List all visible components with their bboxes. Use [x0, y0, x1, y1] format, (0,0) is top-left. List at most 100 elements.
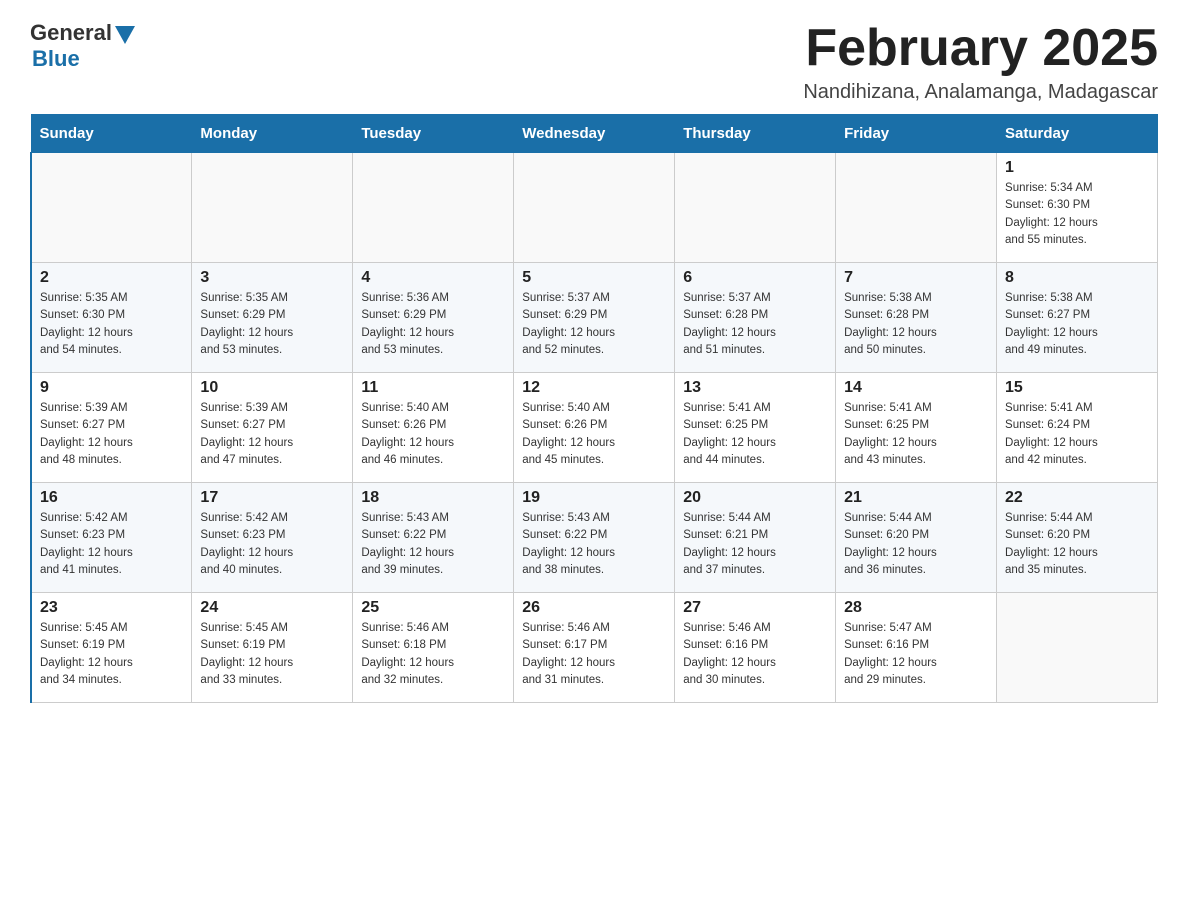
- day-info: Sunrise: 5:41 AMSunset: 6:25 PMDaylight:…: [683, 400, 827, 469]
- day-info: Sunrise: 5:37 AMSunset: 6:28 PMDaylight:…: [683, 290, 827, 359]
- day-info: Sunrise: 5:45 AMSunset: 6:19 PMDaylight:…: [200, 620, 344, 689]
- day-number: 21: [844, 489, 988, 507]
- day-number: 12: [522, 379, 666, 397]
- day-info: Sunrise: 5:46 AMSunset: 6:18 PMDaylight:…: [361, 620, 505, 689]
- week-row-2: 2 Sunrise: 5:35 AMSunset: 6:30 PMDaylight…: [31, 263, 1158, 373]
- calendar-cell: [836, 153, 997, 263]
- day-number: 8: [1005, 269, 1149, 287]
- calendar-cell: 22 Sunrise: 5:44 AMSunset: 6:20 PMDayligh…: [997, 483, 1158, 593]
- day-number: 17: [200, 489, 344, 507]
- calendar-cell: 17Sunrise: 5:42 AMSunset: 6:23 PMDayligh…: [192, 483, 353, 593]
- day-info: Sunrise: 5:47 AMSunset: 6:16 PMDaylight:…: [844, 620, 988, 689]
- calendar-cell: 16 Sunrise: 5:42 AMSunset: 6:23 PMDayligh…: [31, 483, 192, 593]
- location-text: Nandihizana, Analamanga, Madagascar: [803, 81, 1158, 104]
- day-number: 6: [683, 269, 827, 287]
- day-number: 14: [844, 379, 988, 397]
- calendar-cell: 19 Sunrise: 5:43 AMSunset: 6:22 PMDayligh…: [514, 483, 675, 593]
- week-row-1: 1 Sunrise: 5:34 AMSunset: 6:30 PMDaylight…: [31, 153, 1158, 263]
- day-info: Sunrise: 5:44 AMSunset: 6:20 PMDaylight:…: [1005, 510, 1149, 579]
- week-row-3: 9Sunrise: 5:39 AMSunset: 6:27 PMDaylight…: [31, 373, 1158, 483]
- day-info: Sunrise: 5:46 AMSunset: 6:17 PMDaylight:…: [522, 620, 666, 689]
- calendar-cell: 7 Sunrise: 5:38 AMSunset: 6:28 PMDaylight…: [836, 263, 997, 373]
- calendar-cell: 24 Sunrise: 5:45 AMSunset: 6:19 PMDayligh…: [192, 593, 353, 703]
- day-number: 2: [40, 269, 183, 287]
- week-row-5: 23Sunrise: 5:45 AMSunset: 6:19 PMDayligh…: [31, 593, 1158, 703]
- calendar-cell: 14 Sunrise: 5:41 AMSunset: 6:25 PMDayligh…: [836, 373, 997, 483]
- calendar-cell: [31, 153, 192, 263]
- calendar-cell: 23Sunrise: 5:45 AMSunset: 6:19 PMDayligh…: [31, 593, 192, 703]
- day-number: 7: [844, 269, 988, 287]
- weekday-header-tuesday: Tuesday: [353, 115, 514, 153]
- day-info: Sunrise: 5:41 AMSunset: 6:25 PMDaylight:…: [844, 400, 988, 469]
- calendar-cell: 18 Sunrise: 5:43 AMSunset: 6:22 PMDayligh…: [353, 483, 514, 593]
- day-info: Sunrise: 5:34 AMSunset: 6:30 PMDaylight:…: [1005, 180, 1149, 249]
- day-number: 16: [40, 489, 183, 507]
- calendar-cell: [514, 153, 675, 263]
- day-info: Sunrise: 5:39 AMSunset: 6:27 PMDaylight:…: [200, 400, 344, 469]
- day-number: 18: [361, 489, 505, 507]
- logo-general-text: General: [30, 20, 112, 46]
- page-header: General Blue February 2025 Nandihizana, …: [30, 20, 1158, 104]
- day-number: 20: [683, 489, 827, 507]
- day-info: Sunrise: 5:45 AMSunset: 6:19 PMDaylight:…: [40, 620, 183, 689]
- weekday-header-friday: Friday: [836, 115, 997, 153]
- calendar-cell: 27 Sunrise: 5:46 AMSunset: 6:16 PMDayligh…: [675, 593, 836, 703]
- calendar-cell: 20 Sunrise: 5:44 AMSunset: 6:21 PMDayligh…: [675, 483, 836, 593]
- day-number: 4: [361, 269, 505, 287]
- calendar-cell: 1 Sunrise: 5:34 AMSunset: 6:30 PMDaylight…: [997, 153, 1158, 263]
- calendar-cell: 5 Sunrise: 5:37 AMSunset: 6:29 PMDaylight…: [514, 263, 675, 373]
- day-info: Sunrise: 5:39 AMSunset: 6:27 PMDaylight:…: [40, 400, 183, 469]
- weekday-header-saturday: Saturday: [997, 115, 1158, 153]
- weekday-header-thursday: Thursday: [675, 115, 836, 153]
- calendar-cell: [192, 153, 353, 263]
- calendar-cell: [997, 593, 1158, 703]
- day-number: 15: [1005, 379, 1149, 397]
- day-info: Sunrise: 5:46 AMSunset: 6:16 PMDaylight:…: [683, 620, 827, 689]
- weekday-header-sunday: Sunday: [31, 115, 192, 153]
- day-info: Sunrise: 5:40 AMSunset: 6:26 PMDaylight:…: [522, 400, 666, 469]
- calendar-cell: 9Sunrise: 5:39 AMSunset: 6:27 PMDaylight…: [31, 373, 192, 483]
- calendar-cell: 26Sunrise: 5:46 AMSunset: 6:17 PMDayligh…: [514, 593, 675, 703]
- day-info: Sunrise: 5:42 AMSunset: 6:23 PMDaylight:…: [40, 510, 183, 579]
- calendar-cell: 10 Sunrise: 5:39 AMSunset: 6:27 PMDayligh…: [192, 373, 353, 483]
- day-number: 22: [1005, 489, 1149, 507]
- day-info: Sunrise: 5:35 AMSunset: 6:30 PMDaylight:…: [40, 290, 183, 359]
- calendar-cell: 3 Sunrise: 5:35 AMSunset: 6:29 PMDaylight…: [192, 263, 353, 373]
- calendar-cell: 2 Sunrise: 5:35 AMSunset: 6:30 PMDaylight…: [31, 263, 192, 373]
- weekday-header-row: SundayMondayTuesdayWednesdayThursdayFrid…: [31, 115, 1158, 153]
- day-number: 11: [361, 379, 505, 397]
- weekday-header-wednesday: Wednesday: [514, 115, 675, 153]
- week-row-4: 16 Sunrise: 5:42 AMSunset: 6:23 PMDayligh…: [31, 483, 1158, 593]
- day-number: 24: [200, 599, 344, 617]
- day-info: Sunrise: 5:44 AMSunset: 6:20 PMDaylight:…: [844, 510, 988, 579]
- day-info: Sunrise: 5:44 AMSunset: 6:21 PMDaylight:…: [683, 510, 827, 579]
- calendar-cell: [353, 153, 514, 263]
- day-info: Sunrise: 5:37 AMSunset: 6:29 PMDaylight:…: [522, 290, 666, 359]
- calendar-cell: 4 Sunrise: 5:36 AMSunset: 6:29 PMDaylight…: [353, 263, 514, 373]
- day-info: Sunrise: 5:38 AMSunset: 6:28 PMDaylight:…: [844, 290, 988, 359]
- day-number: 28: [844, 599, 988, 617]
- calendar-cell: [675, 153, 836, 263]
- day-number: 10: [200, 379, 344, 397]
- day-number: 19: [522, 489, 666, 507]
- day-number: 5: [522, 269, 666, 287]
- day-number: 13: [683, 379, 827, 397]
- calendar-cell: 15 Sunrise: 5:41 AMSunset: 6:24 PMDayligh…: [997, 373, 1158, 483]
- day-info: Sunrise: 5:41 AMSunset: 6:24 PMDaylight:…: [1005, 400, 1149, 469]
- title-area: February 2025 Nandihizana, Analamanga, M…: [803, 20, 1158, 104]
- day-number: 3: [200, 269, 344, 287]
- logo-blue-text: Blue: [32, 46, 135, 72]
- day-info: Sunrise: 5:43 AMSunset: 6:22 PMDaylight:…: [522, 510, 666, 579]
- calendar-cell: 12 Sunrise: 5:40 AMSunset: 6:26 PMDayligh…: [514, 373, 675, 483]
- day-info: Sunrise: 5:38 AMSunset: 6:27 PMDaylight:…: [1005, 290, 1149, 359]
- calendar-cell: 21 Sunrise: 5:44 AMSunset: 6:20 PMDayligh…: [836, 483, 997, 593]
- calendar-cell: 25 Sunrise: 5:46 AMSunset: 6:18 PMDayligh…: [353, 593, 514, 703]
- day-number: 27: [683, 599, 827, 617]
- day-info: Sunrise: 5:43 AMSunset: 6:22 PMDaylight:…: [361, 510, 505, 579]
- day-info: Sunrise: 5:36 AMSunset: 6:29 PMDaylight:…: [361, 290, 505, 359]
- day-info: Sunrise: 5:40 AMSunset: 6:26 PMDaylight:…: [361, 400, 505, 469]
- calendar-table: SundayMondayTuesdayWednesdayThursdayFrid…: [30, 114, 1158, 703]
- day-number: 25: [361, 599, 505, 617]
- day-info: Sunrise: 5:35 AMSunset: 6:29 PMDaylight:…: [200, 290, 344, 359]
- day-number: 1: [1005, 159, 1149, 177]
